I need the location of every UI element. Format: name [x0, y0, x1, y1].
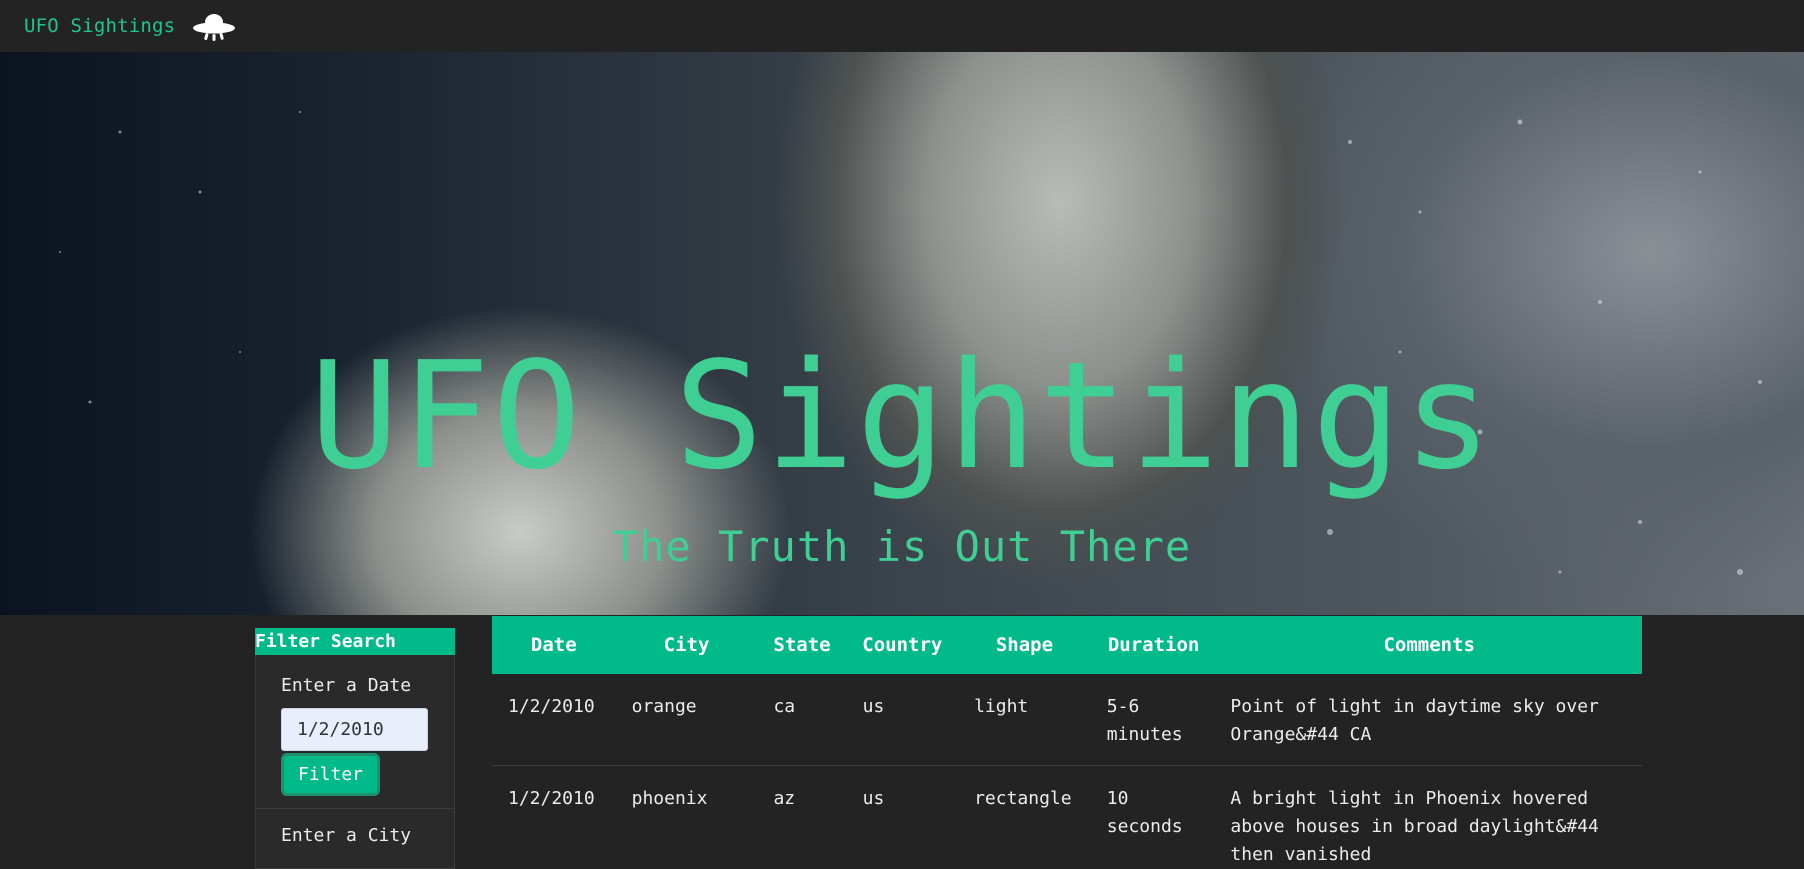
column-header-country: Country: [862, 634, 943, 656]
filter-body: Enter a Date Filter Enter a City: [255, 655, 455, 869]
hero-title: UFO Sightings: [309, 330, 1495, 502]
hero-banner: UFO Sightings The Truth is Out There: [0, 52, 1804, 615]
column-header-date: Date: [530, 634, 577, 656]
city-filter-group: Enter a City: [256, 809, 454, 869]
sightings-table: Date City State Country Shape Duration C…: [492, 616, 1642, 869]
cell-country: us: [862, 696, 885, 717]
filter-panel: Filter Search Enter a Date Filter Enter …: [255, 628, 455, 869]
brand-link[interactable]: UFO Sightings: [24, 15, 175, 37]
date-label: Enter a Date: [281, 675, 412, 696]
column-header-city: City: [663, 634, 710, 656]
table-row: 1/2/2010 orange ca us light 5-6 minutes …: [492, 674, 1642, 766]
navbar: UFO Sightings: [0, 0, 1804, 52]
sightings-table-container: Date City State Country Shape Duration C…: [492, 616, 1642, 869]
table-row: 1/2/2010 phoenix az us rectangle 10 seco…: [492, 766, 1642, 869]
cell-date: 1/2/2010: [508, 788, 595, 809]
date-input[interactable]: [281, 708, 428, 751]
column-header-shape: Shape: [995, 634, 1054, 656]
city-label: Enter a City: [281, 825, 412, 846]
column-header-comments: Comments: [1383, 634, 1475, 656]
column-header-state: State: [773, 634, 831, 656]
cell-state: ca: [773, 696, 796, 717]
cell-duration: 10 seconds: [1106, 788, 1183, 837]
filter-header: Filter Search: [255, 628, 455, 655]
cell-state: az: [773, 788, 796, 809]
cell-shape: rectangle: [974, 788, 1072, 809]
cell-comments: Point of light in daytime sky over Orang…: [1230, 696, 1599, 745]
column-header-duration: Duration: [1107, 634, 1200, 656]
cell-duration: 5-6 minutes: [1106, 696, 1183, 745]
cell-comments: A bright light in Phoenix hovered above …: [1230, 788, 1599, 865]
hero-subtitle: The Truth is Out There: [612, 522, 1192, 571]
cell-shape: light: [974, 696, 1029, 717]
table-header-row: Date City State Country Shape Duration C…: [492, 616, 1642, 674]
cell-date: 1/2/2010: [508, 696, 595, 717]
filter-button[interactable]: Filter: [281, 753, 381, 796]
date-filter-group: Enter a Date Filter: [256, 655, 454, 809]
cell-city: phoenix: [631, 788, 708, 809]
cell-city: orange: [631, 696, 697, 717]
cell-country: us: [862, 788, 885, 809]
ufo-icon: [191, 11, 237, 41]
